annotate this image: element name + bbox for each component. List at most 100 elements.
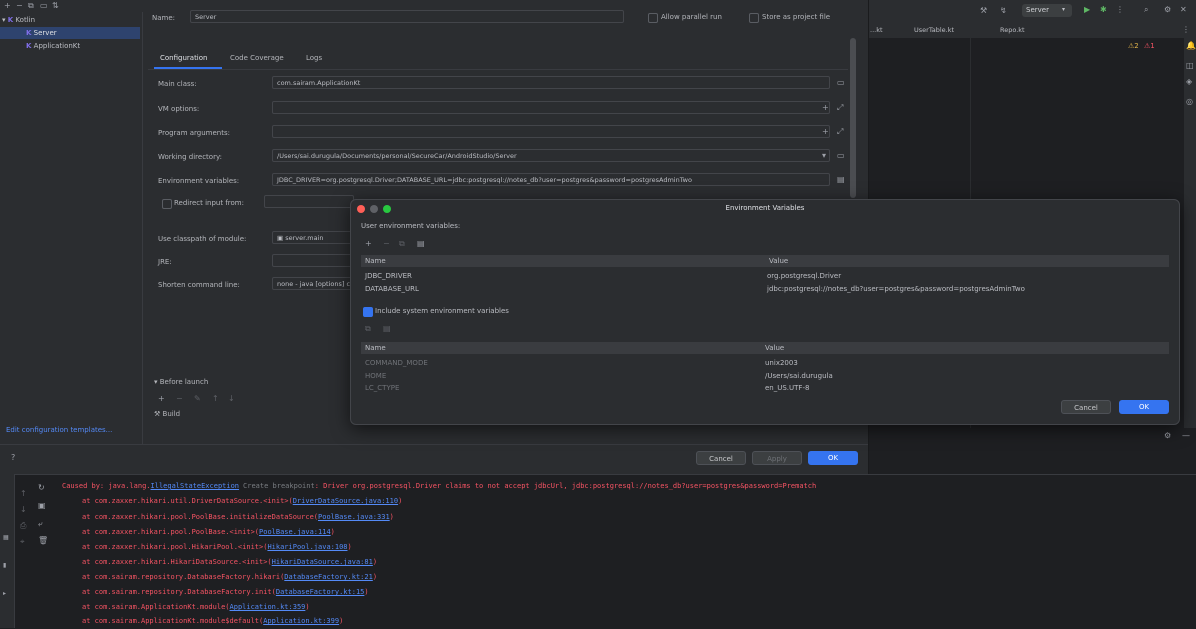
soft-wrap-icon[interactable]: ⤶ <box>38 520 42 528</box>
sort-icon[interactable]: ⇅ <box>52 2 59 10</box>
frame-link[interactable]: PoolBase.java:331 <box>318 513 390 521</box>
copy-icon[interactable]: ⧉ <box>28 2 34 10</box>
frame-link[interactable]: DatabaseFactory.kt:15 <box>276 588 365 596</box>
program-args-field[interactable] <box>272 125 830 138</box>
cancel-button[interactable]: Cancel <box>696 451 746 465</box>
expand-icon[interactable]: ⤢ <box>837 104 843 112</box>
frame-link[interactable]: HikariDataSource.java:81 <box>272 558 373 566</box>
tree-group-kotlin[interactable]: ▾ K Kotlin <box>2 14 140 26</box>
ok-button[interactable]: OK <box>808 451 858 465</box>
add-icon[interactable]: + <box>822 128 829 136</box>
remove-icon[interactable]: − <box>383 240 390 248</box>
structure-icon[interactable]: ▦ <box>3 534 9 542</box>
rerun-icon[interactable]: ↻ <box>38 484 45 492</box>
col-value-header[interactable]: Value <box>765 344 784 352</box>
include-system-checkbox[interactable] <box>363 307 373 317</box>
create-breakpoint-link[interactable]: Create breakpoint <box>243 482 315 490</box>
help-icon[interactable]: ? <box>11 454 15 462</box>
ai-icon[interactable]: ◎ <box>1186 98 1193 106</box>
ok-button[interactable]: OK <box>1119 400 1169 414</box>
folder-icon[interactable]: ▭ <box>837 152 845 160</box>
run-icon[interactable]: ▶ <box>1084 6 1090 14</box>
stop-icon[interactable]: ▣ <box>38 502 46 510</box>
frame-link[interactable]: PoolBase.java:114 <box>259 528 331 536</box>
remove-icon[interactable]: − <box>176 395 183 403</box>
close-icon[interactable]: ✕ <box>1180 6 1187 14</box>
env-vars-field[interactable]: JDBC_DRIVER=org.postgresql.Driver;DATABA… <box>272 173 830 186</box>
edit-icon[interactable]: ✎ <box>194 395 201 403</box>
frame-link[interactable]: DriverDataSource.java:110 <box>293 497 398 505</box>
frame-link[interactable]: HikariPool.java:108 <box>267 543 347 551</box>
name-field[interactable]: Server <box>190 10 624 23</box>
more-tabs-icon[interactable]: ⋮ <box>1182 26 1190 34</box>
add-icon[interactable]: + <box>158 395 165 403</box>
add-icon[interactable]: + <box>4 2 11 10</box>
more-icon[interactable]: ⋮ <box>1116 6 1124 14</box>
redirect-input-field[interactable] <box>264 195 354 208</box>
edit-templates-link[interactable]: Edit configuration templates... <box>6 426 112 434</box>
table-row[interactable]: LC_CTYPE en_US.UTF-8 <box>361 383 1169 393</box>
trash-icon[interactable]: 🗑 <box>38 537 48 545</box>
pin-icon[interactable]: ⌖ <box>20 538 25 546</box>
col-name-header[interactable]: Name <box>365 257 386 265</box>
allow-parallel-checkbox[interactable] <box>648 13 658 23</box>
exception-link[interactable]: IllegalStateException <box>151 482 240 490</box>
editor-tab[interactable]: ...kt <box>870 26 883 34</box>
remove-icon[interactable]: − <box>16 2 23 10</box>
apply-button[interactable]: Apply <box>752 451 802 465</box>
vcs-icon[interactable]: ↯ <box>1000 7 1007 15</box>
editor-tab[interactable]: Repo.kt <box>1000 26 1025 34</box>
col-name-header[interactable]: Name <box>365 344 386 352</box>
move-down-icon[interactable]: ↓ <box>228 395 235 403</box>
table-row[interactable]: JDBC_DRIVER org.postgresql.Driver <box>361 270 1169 282</box>
minimize-icon[interactable]: — <box>1182 432 1190 440</box>
tab-configuration[interactable]: Configuration <box>160 54 207 62</box>
move-up-icon[interactable]: ↑ <box>212 395 219 403</box>
redirect-input-checkbox[interactable] <box>162 199 172 209</box>
working-dir-field[interactable]: /Users/sai.durugula/Documents/personal/S… <box>272 149 830 162</box>
build-task[interactable]: ⚒ Build <box>154 410 180 418</box>
scroll-up-icon[interactable]: ↑ <box>20 490 27 498</box>
notifications-icon[interactable]: 🔔 <box>1186 42 1196 50</box>
expand-icon[interactable]: ⤢ <box>837 128 843 136</box>
tab-code-coverage[interactable]: Code Coverage <box>230 54 284 62</box>
bookmarks-icon[interactable]: ▮ <box>3 562 6 570</box>
table-row[interactable]: HOME /Users/sai.durugula <box>361 370 1169 382</box>
gradle-icon[interactable]: ◈ <box>1186 78 1192 86</box>
print-icon[interactable]: ⎙ <box>20 522 26 530</box>
frame-link[interactable]: Application.kt:359 <box>230 603 306 611</box>
frame-link[interactable]: Application.kt:399 <box>263 617 339 625</box>
col-value-header[interactable]: Value <box>769 257 788 265</box>
settings-icon[interactable]: ⚙ <box>1164 432 1171 440</box>
shorten-cmd-select[interactable]: none - java [options] className [args] <box>272 277 352 290</box>
chevron-down-icon[interactable]: ▾ <box>822 152 826 160</box>
vm-options-field[interactable] <box>272 101 830 114</box>
settings-icon[interactable]: ⚙ <box>1164 6 1171 14</box>
folder-icon[interactable]: ▭ <box>40 2 48 10</box>
paste-icon[interactable]: ▤ <box>383 325 391 333</box>
debug-icon[interactable]: ✱ <box>1100 6 1107 14</box>
editor-tab[interactable]: UserTable.kt <box>914 26 954 34</box>
search-icon[interactable]: ⌕ <box>1144 6 1148 14</box>
run-config-selector[interactable]: Server ▾ <box>1022 4 1072 17</box>
scroll-down-icon[interactable]: ↓ <box>20 506 27 514</box>
add-icon[interactable]: + <box>365 240 372 248</box>
add-icon[interactable]: + <box>822 104 829 112</box>
run-tool-icon[interactable]: ▸ <box>3 590 6 598</box>
browse-icon[interactable]: ▤ <box>837 176 845 184</box>
jre-select[interactable] <box>272 254 352 267</box>
table-row[interactable]: DATABASE_URL jdbc:postgresql://notes_db?… <box>361 283 1169 295</box>
tab-logs[interactable]: Logs <box>306 54 322 62</box>
tree-item-applicationkt[interactable]: K ApplicationKt <box>26 40 80 52</box>
table-row[interactable]: COMMAND_MODE unix2003 <box>361 357 1169 369</box>
copy-icon[interactable]: ⧉ <box>365 325 371 333</box>
paste-icon[interactable]: ▤ <box>417 240 425 248</box>
before-launch-toggle[interactable]: ▾ Before launch <box>154 378 208 386</box>
store-project-checkbox[interactable] <box>749 13 759 23</box>
browse-icon[interactable]: ▭ <box>837 79 845 87</box>
database-icon[interactable]: ◫ <box>1186 62 1194 70</box>
main-class-field[interactable]: com.sairam.ApplicationKt <box>272 76 830 89</box>
classpath-select[interactable]: ▣ server.main <box>272 231 352 244</box>
hammer-icon[interactable]: ⚒ <box>980 7 987 15</box>
tree-item-server[interactable]: K Server <box>0 27 140 39</box>
